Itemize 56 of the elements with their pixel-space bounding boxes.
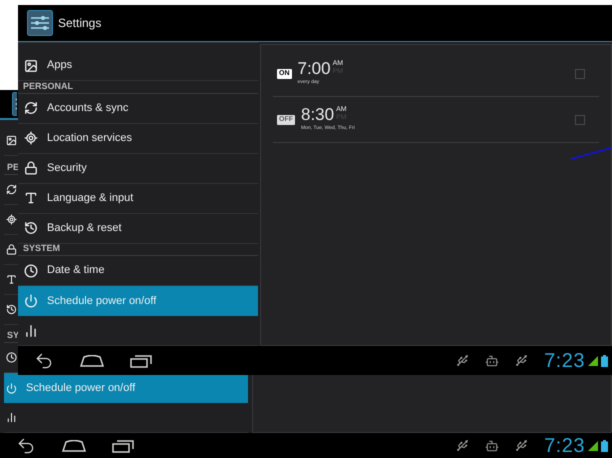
pen-stroke (571, 147, 611, 160)
settings-item[interactable]: Schedule power on/off (4, 373, 248, 403)
back-icon[interactable] (16, 436, 36, 456)
bars-icon (24, 324, 38, 338)
settings-item[interactable]: Accounts & sync (18, 94, 258, 124)
battery-icon (601, 354, 608, 366)
power-icon (6, 382, 17, 394)
settings-item[interactable]: Security (18, 154, 258, 184)
signal-icon (588, 356, 598, 366)
battery-icon (601, 440, 608, 452)
window-title: Settings (58, 15, 102, 32)
sync-icon (24, 101, 38, 115)
lock-icon (24, 161, 38, 175)
restore-icon (6, 304, 17, 314)
lock-icon (6, 244, 17, 254)
location-icon (6, 214, 17, 224)
location-icon (24, 131, 38, 145)
section-header: PERSONAL (23, 82, 74, 90)
sliders-icon (12, 92, 17, 116)
robot-icon (485, 438, 500, 452)
usb-icon (456, 439, 470, 452)
signal-icon (588, 440, 598, 450)
clock-time: 7:23 (544, 436, 585, 456)
usb-icon (456, 354, 470, 367)
restore-icon (24, 221, 38, 235)
alarm-checkbox[interactable] (575, 68, 585, 78)
clock-icon (6, 352, 17, 363)
settings-item[interactable]: Backup & reset (18, 214, 258, 244)
alarm-time: 7:00 (298, 60, 331, 78)
section-header: PE (7, 162, 20, 172)
alarm-time: 8:30 (301, 106, 334, 124)
home-icon[interactable] (62, 440, 86, 452)
power-icon (24, 294, 38, 308)
sliders-icon (27, 10, 53, 36)
usb-icon (515, 439, 528, 452)
usb-icon (515, 354, 528, 367)
letter-icon (6, 274, 17, 284)
alarm-checkbox[interactable] (575, 114, 585, 124)
clock-icon (24, 264, 38, 278)
picture-icon (6, 135, 17, 146)
letter-icon (24, 191, 38, 205)
section-header: SY (7, 331, 20, 340)
bars-icon (6, 412, 17, 423)
back-icon[interactable] (34, 350, 54, 370)
section-header: SYSTEM (23, 244, 60, 253)
settings-item[interactable]: Apps (18, 51, 258, 81)
settings-item[interactable]: Language & input (18, 184, 258, 214)
settings-item[interactable]: Location services (18, 124, 258, 154)
clock-time: 7:23 (544, 350, 585, 370)
robot-icon (485, 354, 500, 368)
settings-item[interactable]: Schedule power on/off (18, 286, 258, 316)
home-icon[interactable] (80, 354, 104, 366)
recent-apps-icon[interactable] (130, 354, 152, 368)
picture-icon (24, 58, 38, 72)
sync-icon (6, 184, 17, 194)
recent-apps-icon[interactable] (112, 438, 134, 452)
